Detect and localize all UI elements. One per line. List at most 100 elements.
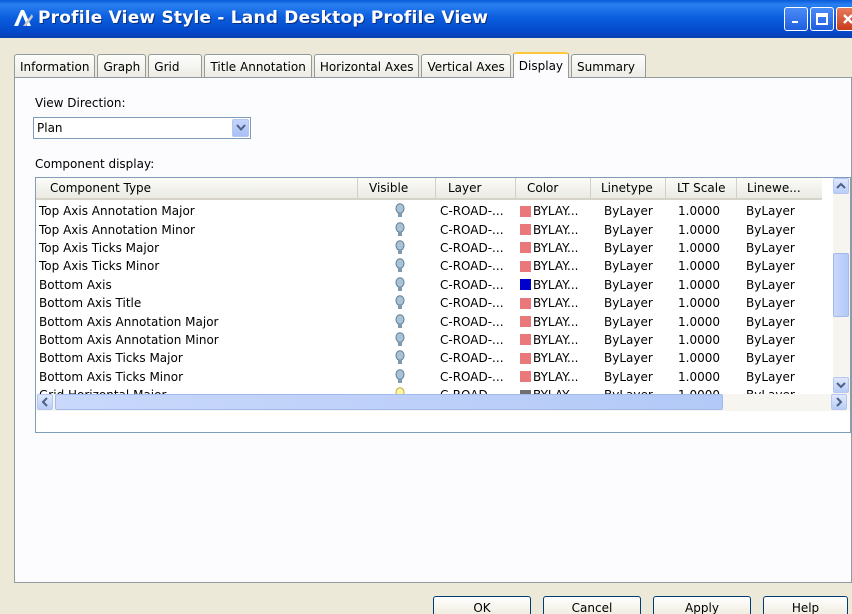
color-cell[interactable]: BYLAY...: [518, 259, 600, 273]
linetype-cell[interactable]: ByLayer: [600, 333, 672, 347]
vertical-scroll-thumb[interactable]: [833, 253, 849, 317]
visible-cell[interactable]: [364, 203, 436, 219]
apply-button[interactable]: Apply: [653, 596, 751, 614]
lineweight-cell[interactable]: ByLayer: [744, 351, 822, 365]
linetype-cell[interactable]: ByLayer: [600, 204, 672, 218]
color-cell[interactable]: BYLAY...: [518, 351, 600, 365]
visible-cell[interactable]: [364, 258, 436, 274]
lightbulb-icon[interactable]: [395, 350, 405, 366]
visible-cell[interactable]: [364, 332, 436, 348]
lineweight-cell[interactable]: ByLayer: [744, 370, 822, 384]
table-row[interactable]: Bottom Axis Ticks Major C-ROAD-... BYLAY..…: [36, 349, 822, 367]
layer-cell[interactable]: C-ROAD-...: [436, 259, 518, 273]
table-row[interactable]: Top Axis Annotation Minor C-ROAD-... BYLAY…: [36, 220, 822, 238]
column-header-component-type[interactable]: Component Type: [36, 178, 358, 198]
layer-cell[interactable]: C-ROAD-...: [436, 315, 518, 329]
table-row[interactable]: Bottom Axis Annotation Major C-ROAD-... BY…: [36, 312, 822, 330]
component-type-cell[interactable]: Top Axis Annotation Major: [36, 204, 364, 218]
visible-cell[interactable]: [364, 295, 436, 311]
component-type-cell[interactable]: Top Axis Annotation Minor: [36, 223, 364, 237]
lineweight-cell[interactable]: ByLayer: [744, 296, 822, 310]
help-button[interactable]: Help: [763, 596, 848, 614]
view-direction-select[interactable]: Plan: [33, 117, 251, 139]
color-cell[interactable]: BYLAY...: [518, 223, 600, 237]
close-button[interactable]: [836, 7, 852, 31]
lt-scale-cell[interactable]: 1.0000: [672, 370, 744, 384]
title-bar[interactable]: Profile View Style - Land Desktop Profil…: [0, 0, 852, 38]
color-cell[interactable]: BYLAY...: [518, 370, 600, 384]
column-header-visible[interactable]: Visible: [358, 178, 436, 198]
ok-button[interactable]: OK: [433, 596, 531, 614]
component-type-cell[interactable]: Bottom Axis Title: [36, 296, 364, 310]
component-type-cell[interactable]: Bottom Axis Annotation Major: [36, 315, 364, 329]
scroll-right-button[interactable]: [831, 394, 847, 410]
lightbulb-icon[interactable]: [395, 240, 405, 256]
component-type-cell[interactable]: Bottom Axis Ticks Major: [36, 351, 364, 365]
visible-cell[interactable]: [364, 221, 436, 238]
linetype-cell[interactable]: ByLayer: [600, 315, 672, 329]
component-type-cell[interactable]: Bottom Axis Ticks Minor: [36, 370, 364, 384]
visible-cell[interactable]: [364, 368, 436, 385]
lt-scale-cell[interactable]: 1.0000: [672, 278, 744, 292]
layer-cell[interactable]: C-ROAD-...: [436, 223, 518, 237]
tab-information[interactable]: Information: [14, 54, 96, 78]
lightbulb-icon[interactable]: [395, 295, 405, 311]
linetype-cell[interactable]: ByLayer: [600, 351, 672, 365]
visible-cell[interactable]: [364, 350, 436, 366]
lt-scale-cell[interactable]: 1.0000: [672, 259, 744, 273]
layer-cell[interactable]: C-ROAD-...: [436, 278, 518, 292]
lightbulb-icon[interactable]: [395, 368, 405, 385]
lineweight-cell[interactable]: ByLayer: [744, 241, 822, 255]
layer-cell[interactable]: C-ROAD-...: [436, 370, 518, 384]
lineweight-cell[interactable]: ByLayer: [744, 278, 822, 292]
scroll-up-button[interactable]: [833, 178, 849, 194]
lightbulb-icon[interactable]: [395, 203, 405, 219]
color-cell[interactable]: BYLAY...: [518, 204, 600, 218]
linetype-cell[interactable]: ByLayer: [600, 259, 672, 273]
component-type-cell[interactable]: Bottom Axis Annotation Minor: [36, 333, 364, 347]
lineweight-cell[interactable]: ByLayer: [744, 315, 822, 329]
lineweight-cell[interactable]: ByLayer: [744, 259, 822, 273]
lt-scale-cell[interactable]: 1.0000: [672, 315, 744, 329]
lt-scale-cell[interactable]: 1.0000: [672, 296, 744, 310]
lightbulb-icon[interactable]: [395, 221, 405, 238]
tab-display[interactable]: Display: [512, 52, 570, 78]
lineweight-cell[interactable]: ByLayer: [744, 333, 822, 347]
lineweight-cell[interactable]: ByLayer: [744, 204, 822, 218]
component-type-cell[interactable]: Top Axis Ticks Minor: [36, 259, 364, 273]
component-type-cell[interactable]: Bottom Axis: [36, 278, 364, 292]
lightbulb-icon[interactable]: [395, 313, 405, 330]
layer-cell[interactable]: C-ROAD-...: [436, 204, 518, 218]
maximize-button[interactable]: [810, 7, 834, 31]
layer-cell[interactable]: C-ROAD-...: [436, 296, 518, 310]
lightbulb-icon[interactable]: [395, 276, 405, 293]
lineweight-cell[interactable]: ByLayer: [744, 223, 822, 237]
component-list[interactable]: Component Type Visible Layer Color Linet…: [35, 177, 851, 433]
color-cell[interactable]: BYLAY...: [518, 241, 600, 255]
tab-vertical-axes[interactable]: Vertical Axes: [421, 54, 511, 78]
color-cell[interactable]: BYLAY...: [518, 278, 600, 292]
component-type-cell[interactable]: Top Axis Ticks Major: [36, 241, 364, 255]
tab-horizontal-axes[interactable]: Horizontal Axes: [313, 54, 420, 78]
scroll-left-button[interactable]: [37, 394, 53, 410]
color-cell[interactable]: BYLAY...: [518, 296, 600, 310]
vertical-scrollbar[interactable]: [833, 178, 850, 394]
column-header-layer[interactable]: Layer: [436, 178, 516, 198]
tab-title-annotation[interactable]: Title Annotation: [204, 54, 312, 78]
lt-scale-cell[interactable]: 1.0000: [672, 223, 744, 237]
column-header-lt-scale[interactable]: LT Scale: [666, 178, 737, 198]
layer-cell[interactable]: C-ROAD-...: [436, 333, 518, 347]
table-row[interactable]: Top Axis Ticks Major C-ROAD-... BYLAY... By…: [36, 239, 822, 257]
visible-cell[interactable]: [364, 240, 436, 256]
lightbulb-icon[interactable]: [395, 332, 405, 348]
table-row[interactable]: Bottom Axis Ticks Minor C-ROAD-... BYLAY..…: [36, 368, 822, 386]
horizontal-scroll-thumb[interactable]: [55, 394, 723, 410]
layer-cell[interactable]: C-ROAD-...: [436, 351, 518, 365]
lt-scale-cell[interactable]: 1.0000: [672, 333, 744, 347]
linetype-cell[interactable]: ByLayer: [600, 278, 672, 292]
column-header-linetype[interactable]: Linetype: [591, 178, 666, 198]
linetype-cell[interactable]: ByLayer: [600, 296, 672, 310]
color-cell[interactable]: BYLAY...: [518, 315, 600, 329]
horizontal-scrollbar[interactable]: [36, 394, 850, 411]
layer-cell[interactable]: C-ROAD-...: [436, 241, 518, 255]
